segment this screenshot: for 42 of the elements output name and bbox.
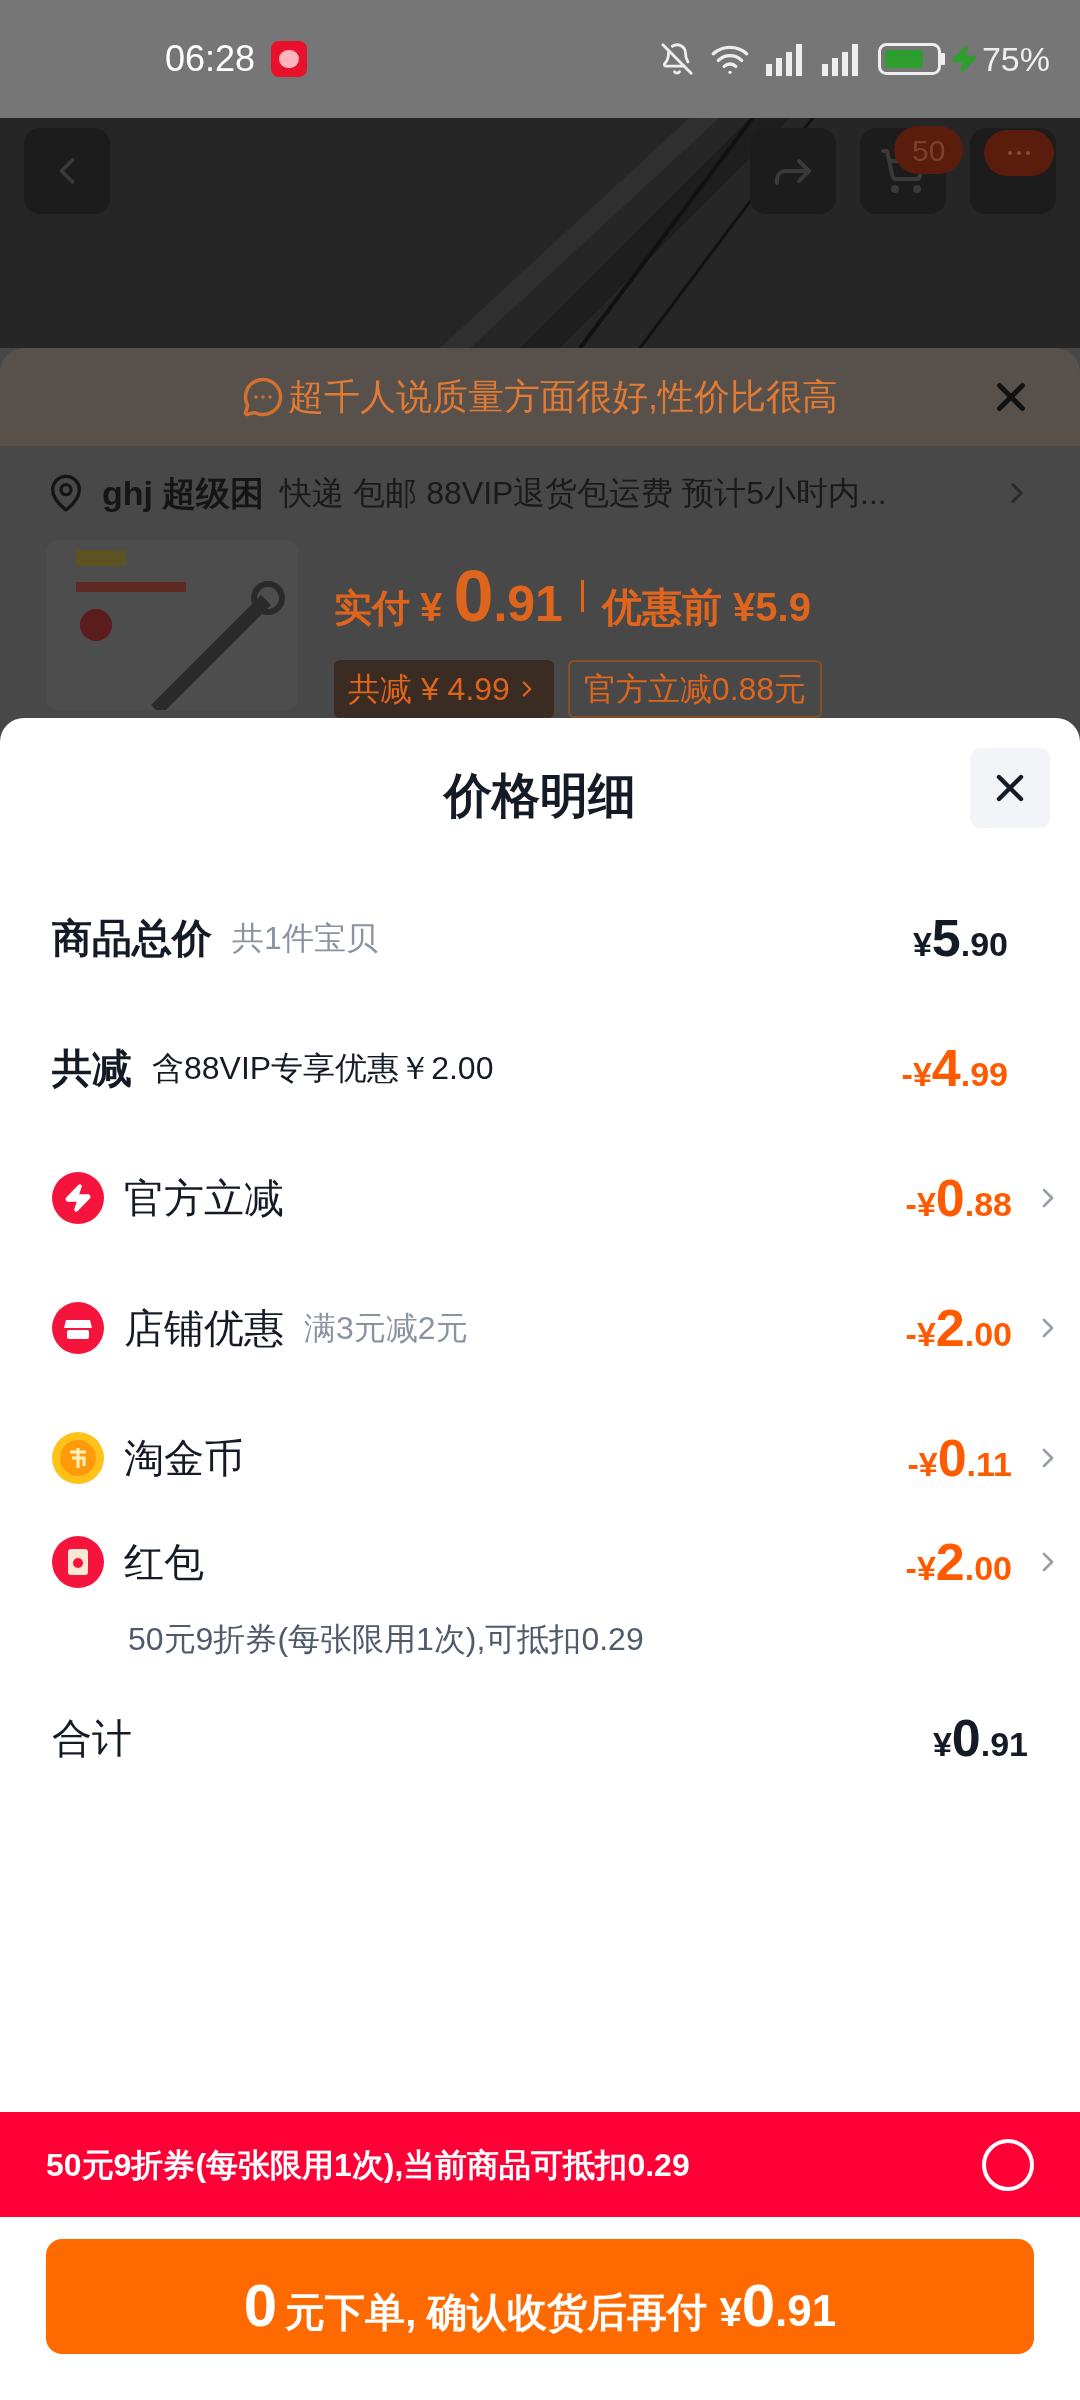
discount-tag[interactable]: 官方立减0.88元 [567,660,823,718]
row-label: 官方立减 [124,1175,284,1222]
row-label: 红包 [124,1539,204,1586]
row-label: 淘金币 [124,1435,244,1482]
close-button[interactable] [970,748,1050,828]
row-label: 商品总价 [52,915,212,962]
battery-level: 75% [981,38,1050,80]
shop-icon [52,1302,104,1354]
sheet-title: 价格明细 [444,767,636,824]
row-note: 含88VIP专享优惠￥2.00 [152,1049,494,1088]
envelope-icon [52,1536,104,1588]
status-time: 06:28 [165,37,256,81]
total-amount: ¥0.91 [932,1708,1028,1769]
row-note: 满3元减2元 [304,1309,468,1348]
charging-icon [949,45,978,73]
paid-label: 实付 [334,586,410,631]
original-price: 优惠前 ¥5.9 [601,584,811,631]
amount: -¥2.00 [905,1532,1012,1593]
app-icon [271,41,308,77]
amount: ¥5.90 [912,908,1008,969]
battery-icon [877,43,946,75]
row-label: 共减 [52,1045,132,1092]
total-label: 合计 [52,1715,132,1762]
coin-icon [52,1432,104,1484]
amount: -¥0.88 [905,1168,1012,1229]
tip-text: 超千人说质量方面很好,性价比很高 [288,375,838,420]
order-button[interactable]: 0 元下单, 确认收货后再付 ¥0.91 [46,2239,1034,2354]
chat-icon [242,376,284,419]
radio-button[interactable] [982,2138,1034,2191]
amount: -¥2.00 [905,1298,1012,1359]
row-label: 店铺优惠 [124,1305,284,1352]
coupon-text: 50元9折券(每张限用1次),当前商品可抵扣0.29 [46,2145,691,2185]
coupon-bar[interactable]: 50元9折券(每张限用1次),当前商品可抵扣0.29 [0,2112,1080,2217]
share-button[interactable] [750,128,836,214]
amount: -¥0.11 [907,1428,1012,1489]
row-subtext: 50元9折券(每张限用1次),可抵扣0.29 [127,1620,645,1659]
amount: -¥4.99 [901,1038,1008,1099]
row-note: 共1件宝贝 [232,919,378,958]
mute-icon [659,42,694,76]
discount-tag[interactable]: 共减 ¥ 4.99 [334,660,554,718]
paid-price: ¥0.91 [420,555,563,638]
lightning-icon [52,1172,104,1224]
